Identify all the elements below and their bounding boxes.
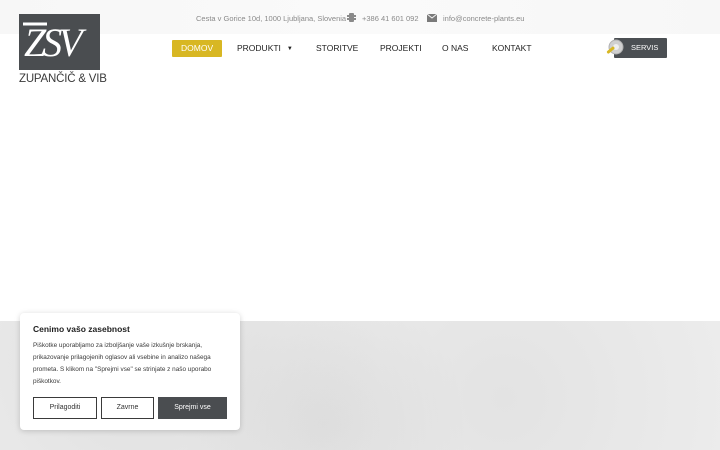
nav-item-projekti[interactable]: PROJEKTI: [380, 40, 422, 57]
nav-item-storitve[interactable]: STORITVE: [316, 40, 358, 57]
reject-button[interactable]: Zavrne: [101, 397, 154, 419]
logo-name: ZUPANČIČ & VIB: [19, 73, 107, 85]
nav-item-kontakt[interactable]: KONTAKT: [492, 40, 532, 57]
nav-item-domov[interactable]: DOMOV: [172, 40, 223, 57]
company-logo[interactable]: ZSV ZUPANČIČ & VIB: [19, 14, 107, 88]
wrench-gear-icon: [604, 37, 626, 64]
phone-contact[interactable]: +386 41 601 092: [347, 11, 419, 25]
customize-button[interactable]: Prilagoditi: [33, 397, 97, 419]
phone-icon: [347, 12, 356, 24]
nav-item-produkti[interactable]: PRODUKTI ▼: [237, 40, 293, 57]
email-contact[interactable]: info@concrete-plants.eu: [426, 11, 524, 25]
accept-all-button[interactable]: Sprejmi vse: [158, 397, 227, 419]
logo-mark: ZSV: [19, 14, 100, 70]
logo-zsv-icon: ZSV: [23, 20, 91, 65]
envelope-icon: [426, 13, 438, 24]
cookie-description: Piškotke uporabljamo za izboljšanje vaše…: [33, 342, 212, 385]
cookie-buttons: Prilagoditi Zavrne Sprejmi vse: [33, 397, 227, 419]
cookie-consent-banner: Cenimo vašo zasebnost Piškotke uporablja…: [20, 313, 240, 430]
address-text: Cesta v Gorice 10d, 1000 Ljubljana, Slov…: [196, 13, 347, 23]
nav-item-o-nas[interactable]: O NAS: [442, 40, 468, 57]
cookie-title: Cenimo vašo zasebnost: [33, 324, 130, 334]
caret-down-icon: ▼: [286, 46, 293, 52]
svg-text:ZSV: ZSV: [24, 20, 87, 65]
